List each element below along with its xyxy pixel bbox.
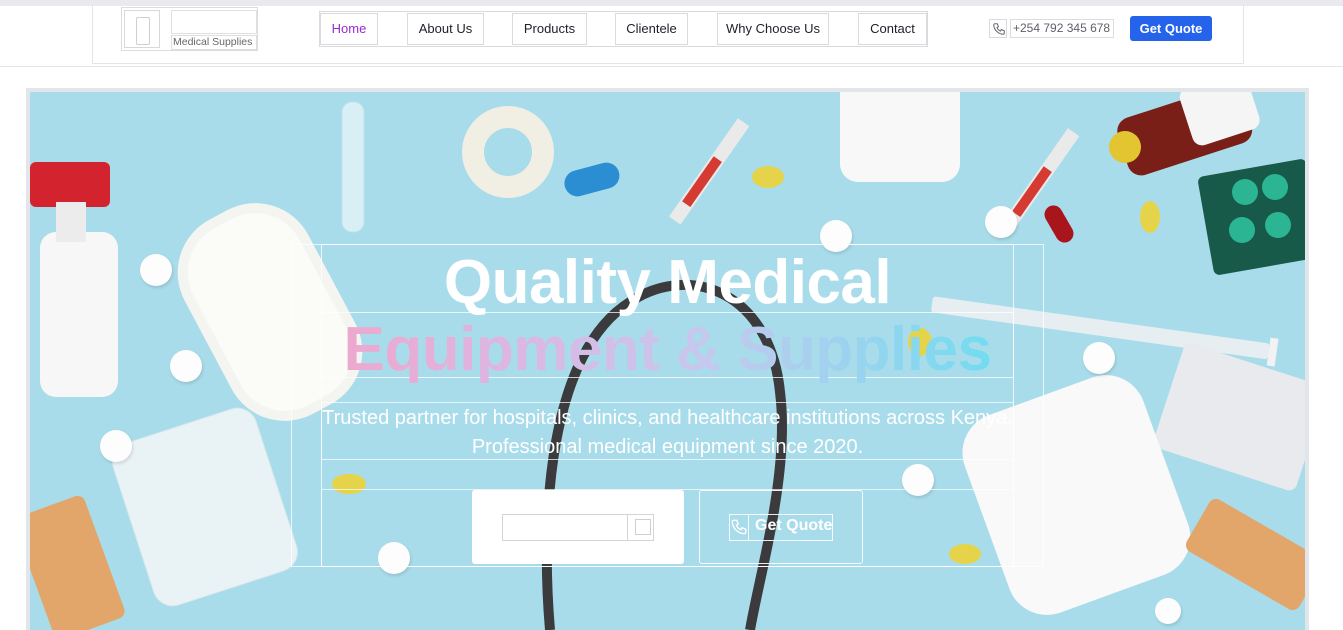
nav-item-about-us[interactable]: About Us: [407, 13, 484, 45]
hero-title-line2: Equipment & Supplies: [291, 315, 1044, 385]
phone-icon: [989, 19, 1007, 38]
pill-decoration: [170, 350, 202, 382]
header-contact: +254 792 345 678 Get Quote: [988, 15, 1213, 43]
brand-logo[interactable]: Medical Supplies: [121, 7, 258, 51]
brand-subtitle: Medical Supplies: [171, 35, 257, 50]
nav-item-why-choose-us[interactable]: Why Choose Us: [717, 13, 829, 45]
get-quote-button[interactable]: Get Quote: [1130, 16, 1212, 41]
nav-item-home[interactable]: Home: [320, 13, 378, 45]
pill-decoration: [985, 206, 1017, 238]
hero-title-line1: Quality Medical: [443, 248, 892, 317]
phone-icon: [729, 514, 749, 541]
nav-item-products[interactable]: Products: [512, 13, 587, 45]
nav-item-contact[interactable]: Contact: [858, 13, 927, 45]
main-nav: Home About Us Products Clientele Why Cho…: [319, 11, 928, 47]
arrow-right-icon: [627, 514, 654, 541]
medical-cross-icon: [124, 10, 160, 48]
nav-item-clientele[interactable]: Clientele: [615, 13, 688, 45]
brand-name-placeholder: [171, 10, 257, 34]
pill-decoration: [100, 430, 132, 462]
hero-subtitle: Trusted partner for hospitals, clinics, …: [322, 407, 1013, 458]
pill-decoration: [140, 254, 172, 286]
secondary-cta-label: Get Quote: [755, 517, 833, 534]
pill-decoration: [1083, 342, 1115, 374]
header-phone-number[interactable]: +254 792 345 678: [1010, 19, 1114, 38]
pill-decoration: [1155, 598, 1181, 624]
